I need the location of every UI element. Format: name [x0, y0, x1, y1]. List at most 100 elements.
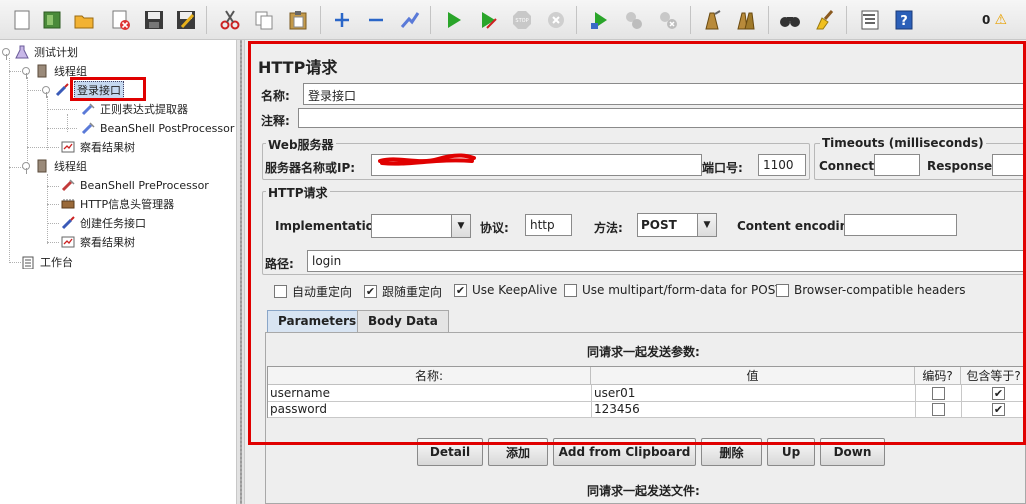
warning-icon: ⚠ — [994, 12, 1008, 28]
response-timeout-field[interactable] — [992, 154, 1026, 176]
expand-handle-icon[interactable] — [22, 67, 30, 79]
method-select[interactable]: POST ▼ — [637, 213, 717, 237]
tab-parameters[interactable]: Parameters — [267, 310, 368, 332]
sampler-pipette-icon — [54, 82, 70, 98]
expand-handle-icon[interactable] — [2, 48, 10, 60]
browser-headers-checkbox[interactable]: Browser-compatible headers — [776, 283, 966, 297]
expand-handle-icon[interactable] — [42, 86, 50, 98]
path-field[interactable]: login — [307, 250, 1026, 272]
tree-item-label: HTTP信息头管理器 — [80, 198, 175, 211]
warning-count: 0 — [982, 13, 991, 27]
tree-item-results-tree-1[interactable]: 察看结果树 — [60, 138, 135, 156]
templates-icon[interactable] — [38, 6, 66, 34]
tree-item-label: 察看结果树 — [80, 141, 135, 154]
save-as-icon[interactable] — [172, 6, 200, 34]
paste-icon[interactable] — [284, 6, 312, 34]
tree-item-beanshell-preprocessor[interactable]: BeanShell PreProcessor — [60, 176, 209, 194]
checkmark-icon: ✔ — [454, 283, 467, 297]
checkmark-icon: ✔ — [364, 285, 377, 298]
remote-start-icon[interactable] — [586, 6, 614, 34]
connect-label: Connect: — [819, 159, 879, 173]
tree-item-header-manager[interactable]: HTTP信息头管理器 — [60, 195, 174, 213]
auto-redirect-checkbox[interactable]: 自动重定向 — [274, 283, 352, 300]
web-server-group-title: Web服务器 — [266, 136, 336, 153]
close-icon[interactable] — [106, 6, 134, 34]
extractor-icon — [80, 101, 96, 117]
table-header-name[interactable]: 名称: — [268, 367, 591, 385]
clear-icon[interactable] — [698, 6, 726, 34]
checkmark-icon[interactable]: ✔ — [992, 387, 1005, 400]
protocol-label: 协议: — [480, 221, 509, 235]
param-name-cell[interactable]: password — [268, 401, 590, 417]
expand-icon[interactable] — [328, 6, 356, 34]
reset-search-icon[interactable] — [810, 6, 838, 34]
param-value-cell[interactable]: user01 — [592, 385, 914, 401]
listener-graph-icon — [60, 234, 76, 250]
port-field[interactable]: 1100 — [758, 154, 806, 176]
keepalive-checkbox[interactable]: ✔ Use KeepAlive — [454, 283, 557, 297]
warning-indicator[interactable]: 0 ⚠ — [982, 12, 1007, 28]
new-icon[interactable] — [8, 6, 36, 34]
stop-icon[interactable]: STOP — [508, 6, 536, 34]
copy-icon[interactable] — [250, 6, 278, 34]
tree-item-thread-group-2[interactable]: 线程组 — [22, 157, 87, 175]
protocol-field[interactable]: http — [525, 214, 572, 236]
shutdown-icon[interactable] — [542, 6, 570, 34]
start-icon[interactable] — [440, 6, 468, 34]
tree-item-label: 察看结果树 — [80, 236, 135, 249]
tree-item-test-plan[interactable]: 测试计划 — [2, 43, 78, 61]
add-button[interactable]: 添加 — [488, 438, 548, 466]
connect-timeout-field[interactable] — [874, 154, 920, 176]
tree-item-create-task-sampler[interactable]: 创建任务接口 — [60, 214, 146, 232]
remote-shutdown-icon[interactable] — [654, 6, 682, 34]
down-button[interactable]: Down — [820, 438, 885, 466]
split-pane-divider[interactable] — [236, 40, 245, 504]
tab-body-data[interactable]: Body Data — [357, 310, 449, 332]
search-icon[interactable] — [776, 6, 804, 34]
param-name-cell[interactable]: username — [268, 385, 590, 401]
cut-icon[interactable] — [216, 6, 244, 34]
method-label: 方法: — [594, 221, 623, 235]
main-toolbar: STOP ? 0 ⚠ — [0, 0, 1026, 40]
delete-button[interactable]: 删除 — [701, 438, 762, 466]
tree-item-workbench[interactable]: 工作台 — [20, 253, 73, 271]
expand-handle-icon[interactable] — [22, 162, 30, 174]
up-button[interactable]: Up — [767, 438, 815, 466]
clear-all-icon[interactable] — [732, 6, 760, 34]
table-header-include-equals[interactable]: 包含等于? — [961, 367, 1026, 385]
table-header-value[interactable]: 值 — [591, 367, 915, 385]
svg-text:?: ? — [900, 14, 908, 29]
table-header-encode[interactable]: 编码? — [915, 367, 961, 385]
listener-graph-icon — [60, 139, 76, 155]
save-icon[interactable] — [140, 6, 168, 34]
response-label: Response: — [927, 159, 997, 173]
toggle-icon[interactable] — [396, 6, 424, 34]
name-field[interactable]: 登录接口 — [303, 83, 1026, 105]
encode-checkbox[interactable] — [932, 387, 945, 400]
checkbox-label: Browser-compatible headers — [794, 283, 966, 297]
start-no-pause-icon[interactable] — [474, 6, 502, 34]
implementation-select[interactable]: ▼ — [371, 214, 471, 238]
checkmark-icon[interactable]: ✔ — [992, 403, 1005, 416]
add-from-clipboard-button[interactable]: Add from Clipboard — [553, 438, 696, 466]
collapse-icon[interactable] — [362, 6, 390, 34]
tree-item-beanshell-postprocessor[interactable]: BeanShell PostProcessor — [80, 119, 234, 137]
open-icon[interactable] — [70, 6, 98, 34]
multipart-checkbox[interactable]: Use multipart/form-data for POST — [564, 283, 783, 297]
tree-item-label: 创建任务接口 — [80, 217, 146, 230]
comment-field[interactable] — [298, 108, 1026, 128]
follow-redirect-checkbox[interactable]: ✔ 跟随重定向 — [364, 283, 442, 300]
detail-button[interactable]: Detail — [417, 438, 483, 466]
path-label: 路径: — [265, 257, 294, 271]
encode-checkbox[interactable] — [932, 403, 945, 416]
svg-text:STOP: STOP — [515, 18, 528, 24]
tree-item-results-tree-2[interactable]: 察看结果树 — [60, 233, 135, 251]
tree-item-regex-extractor[interactable]: 正则表达式提取器 — [80, 100, 188, 118]
help-icon[interactable]: ? — [890, 6, 918, 34]
function-helper-icon[interactable] — [856, 6, 884, 34]
remote-stop-icon[interactable] — [620, 6, 648, 34]
param-value-cell[interactable]: 123456 — [592, 401, 914, 417]
checkbox-label: Use multipart/form-data for POST — [582, 283, 783, 297]
method-value: POST — [641, 218, 677, 232]
content-encoding-field[interactable] — [844, 214, 957, 236]
